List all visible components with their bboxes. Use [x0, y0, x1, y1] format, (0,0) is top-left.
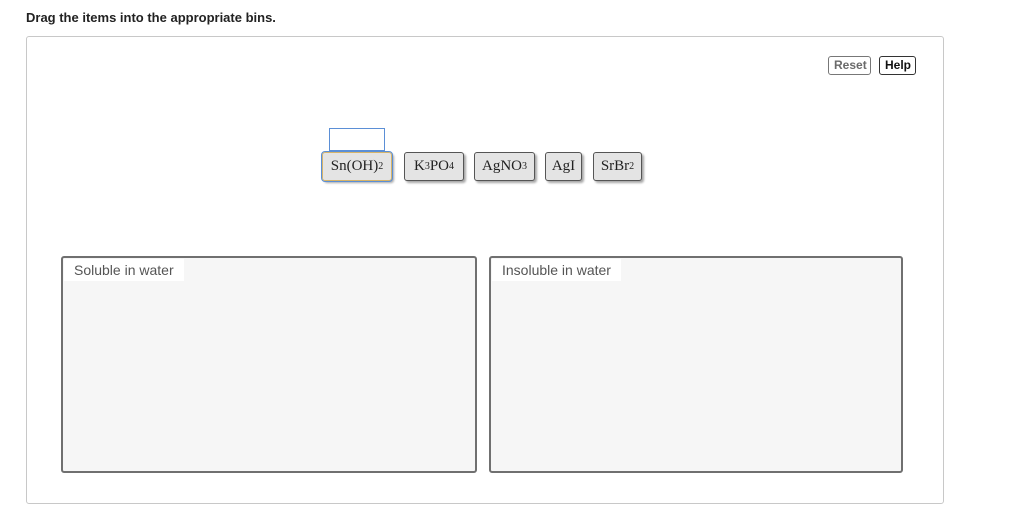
tile-agno3[interactable]: AgNO 3: [474, 152, 535, 181]
tile-formula-sub: 2: [378, 161, 384, 172]
bin-soluble[interactable]: Soluble in water: [61, 256, 477, 473]
tile-formula-base: K: [413, 158, 425, 174]
bin-label: Soluble in water: [64, 259, 184, 281]
drag-drop-panel: Reset Help Sn(OH) 2 K 3 PO 4 AgNO 3 AgI SrBr 2…: [26, 36, 944, 504]
bin-label: Insoluble in water: [492, 259, 621, 281]
bin-insoluble[interactable]: Insoluble in water: [489, 256, 903, 473]
tile-agi[interactable]: AgI: [545, 152, 582, 181]
tile-formula-tail: PO: [429, 158, 450, 174]
tile-formula-sub2: 4: [449, 161, 455, 172]
instruction-text: Drag the items into the appropriate bins…: [26, 10, 276, 25]
tile-formula-base: AgNO: [482, 158, 522, 174]
reset-button[interactable]: Reset: [828, 56, 871, 75]
tile-formula-base: SrBr: [600, 158, 630, 174]
tile-formula-base: Sn(OH): [330, 158, 379, 174]
help-button[interactable]: Help: [879, 56, 916, 75]
tile-formula-sub: 3: [522, 161, 527, 172]
tile-k3po4[interactable]: K 3 PO 4: [404, 152, 464, 181]
drop-target-indicator: [329, 128, 385, 151]
tile-formula-sub: 2: [629, 161, 635, 172]
tile-formula-base: AgI: [551, 158, 576, 174]
tile-srbr2[interactable]: SrBr 2: [593, 152, 642, 181]
item-tray: Sn(OH) 2 K 3 PO 4 AgNO 3 AgI SrBr 2: [27, 150, 943, 182]
tile-sn-oh-2[interactable]: Sn(OH) 2: [321, 151, 393, 182]
